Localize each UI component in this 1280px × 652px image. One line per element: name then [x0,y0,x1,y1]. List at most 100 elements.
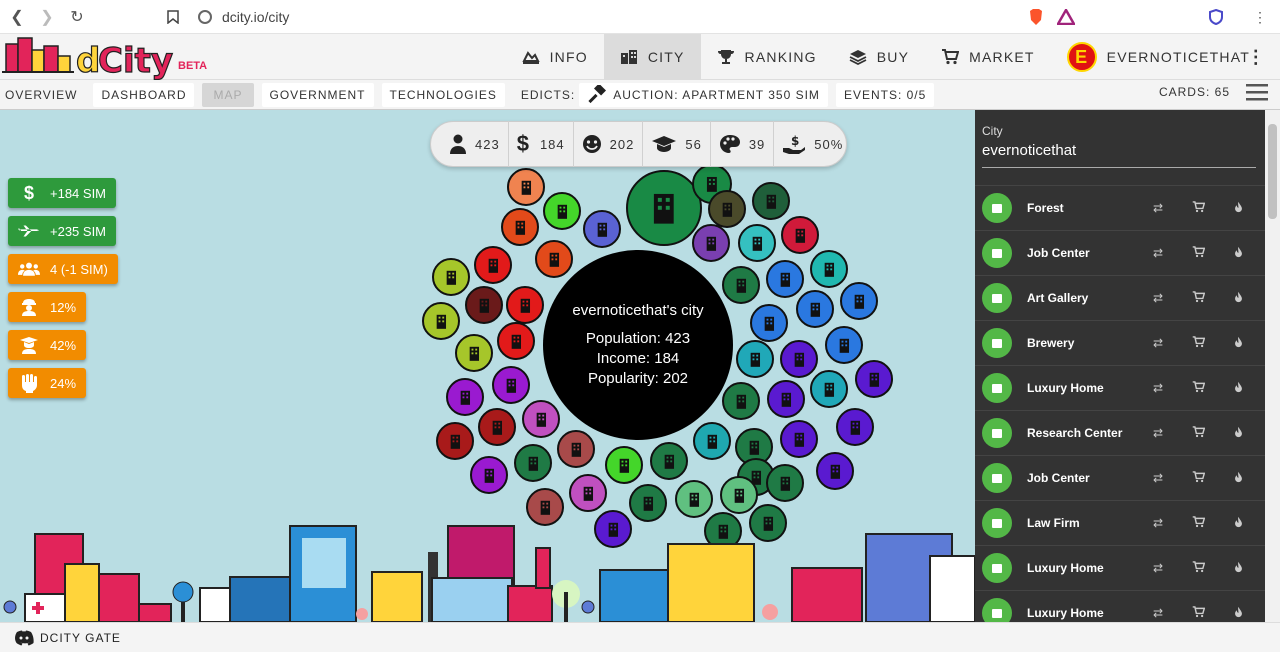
building-bubble[interactable] [693,422,731,460]
unemployment-stat[interactable]: 4 (-1 SIM) [8,254,118,284]
building-bubble[interactable] [767,380,805,418]
building-bubble[interactable] [855,360,893,398]
rewards-icon[interactable] [1056,7,1076,27]
building-bubble[interactable] [569,474,607,512]
building-bubble[interactable] [736,340,774,378]
building-bubble[interactable] [514,444,552,482]
protest-stat[interactable]: 24% [8,368,87,398]
burn-icon[interactable] [1234,246,1243,261]
building-bubble[interactable] [557,430,595,468]
building-bubble[interactable] [780,340,818,378]
burn-icon[interactable] [1234,561,1243,576]
crime-stat[interactable]: 12% [8,292,87,322]
building-bubble[interactable] [605,446,643,484]
bookmark-icon[interactable] [158,2,188,32]
burn-icon[interactable] [1234,381,1243,396]
tab-government[interactable]: GOVERNMENT [261,82,374,107]
building-bubble[interactable] [708,190,746,228]
building-bubble[interactable] [675,480,713,518]
burn-icon[interactable] [1234,336,1243,351]
building-bubble[interactable] [752,182,790,220]
tab-map[interactable]: MAP [202,82,254,107]
building-bubble[interactable] [543,192,581,230]
cart-icon[interactable] [1192,605,1206,621]
tab-technologies[interactable]: TECHNOLOGIES [381,82,505,107]
building-bubble[interactable] [474,246,512,284]
user-menu[interactable]: E EVERNOTICETHAT ⋮ [1051,34,1280,80]
building-bubble[interactable] [650,442,688,480]
scrollbar[interactable] [1265,110,1280,622]
building-bubble[interactable] [722,266,760,304]
burn-icon[interactable] [1234,201,1243,216]
city-map[interactable]: $ +184 SIM +235 SIM 4 (-1 SIM) 12% 42% 2… [0,110,975,622]
nav-ranking[interactable]: RANKING [701,34,833,80]
building-bubble[interactable] [465,286,503,324]
tourism-stat[interactable]: +235 SIM [8,216,117,246]
cart-icon[interactable] [1192,245,1206,261]
transfer-icon[interactable]: ⇄ [1153,381,1163,396]
reload-icon[interactable]: ↻ [62,2,92,32]
nav-buy[interactable]: BUY [833,34,925,80]
building-bubble[interactable] [583,210,621,248]
transfer-icon[interactable]: ⇄ [1153,561,1163,576]
transfer-icon[interactable]: ⇄ [1153,291,1163,306]
burn-icon[interactable] [1234,516,1243,531]
building-bubble[interactable] [750,304,788,342]
forward-icon[interactable]: ❯ [32,2,62,32]
building-bubble[interactable] [692,224,730,262]
building-bubble[interactable] [780,420,818,458]
building-bubble[interactable] [492,366,530,404]
income-stat[interactable]: $ +184 SIM [8,178,117,208]
card-row[interactable]: Job Center ⇄ [975,230,1265,275]
building-bubble[interactable] [722,382,760,420]
burn-icon[interactable] [1234,291,1243,306]
brave-icon[interactable] [1026,7,1046,27]
building-bubble[interactable] [836,408,874,446]
nav-city[interactable]: CITY [603,34,701,80]
back-icon[interactable]: ❮ [2,2,32,32]
building-bubble[interactable] [497,322,535,360]
cart-icon[interactable] [1192,515,1206,531]
nav-info[interactable]: INFO [506,34,604,80]
transfer-icon[interactable]: ⇄ [1153,471,1163,486]
building-bubble[interactable] [470,456,508,494]
cart-icon[interactable] [1192,425,1206,441]
cart-icon[interactable] [1192,470,1206,486]
building-bubble[interactable] [455,334,493,372]
vpn-icon[interactable] [1206,7,1226,27]
burn-icon[interactable] [1234,426,1243,441]
building-bubble[interactable] [522,400,560,438]
burn-icon[interactable] [1234,471,1243,486]
nav-market[interactable]: MARKET [925,34,1051,80]
building-bubble[interactable] [781,216,819,254]
building-bubble[interactable] [720,476,758,514]
transfer-icon[interactable]: ⇄ [1153,336,1163,351]
card-row[interactable]: Luxury Home ⇄ [975,545,1265,590]
card-row[interactable]: Job Center ⇄ [975,455,1265,500]
building-bubble[interactable] [506,286,544,324]
card-row[interactable]: Brewery ⇄ [975,320,1265,365]
footer-label[interactable]: DCITY GATE [40,631,121,645]
building-bubble[interactable] [626,170,702,246]
education-stat[interactable]: 42% [8,330,87,360]
city-summary[interactable]: evernoticethat's city Population: 423 In… [543,250,733,440]
events-button[interactable]: EVENTS: 0/5 [835,82,935,107]
building-bubble[interactable] [840,282,878,320]
burn-icon[interactable] [1234,606,1243,621]
tab-overview[interactable]: OVERVIEW [0,83,85,107]
more-icon[interactable]: ⋮ [1247,47,1266,68]
building-bubble[interactable] [816,452,854,490]
building-bubble[interactable] [738,224,776,262]
cart-icon[interactable] [1192,290,1206,306]
building-bubble[interactable] [436,422,474,460]
building-bubble[interactable] [810,370,848,408]
scrollbar-thumb[interactable] [1268,124,1277,219]
building-bubble[interactable] [810,250,848,288]
building-bubble[interactable] [796,290,834,328]
auction-button[interactable]: AUCTION: APARTMENT 350 SIM [579,82,828,107]
transfer-icon[interactable]: ⇄ [1153,426,1163,441]
discord-icon[interactable] [14,630,34,646]
cart-icon[interactable] [1192,335,1206,351]
card-row[interactable]: Art Gallery ⇄ [975,275,1265,320]
building-bubble[interactable] [526,488,564,526]
